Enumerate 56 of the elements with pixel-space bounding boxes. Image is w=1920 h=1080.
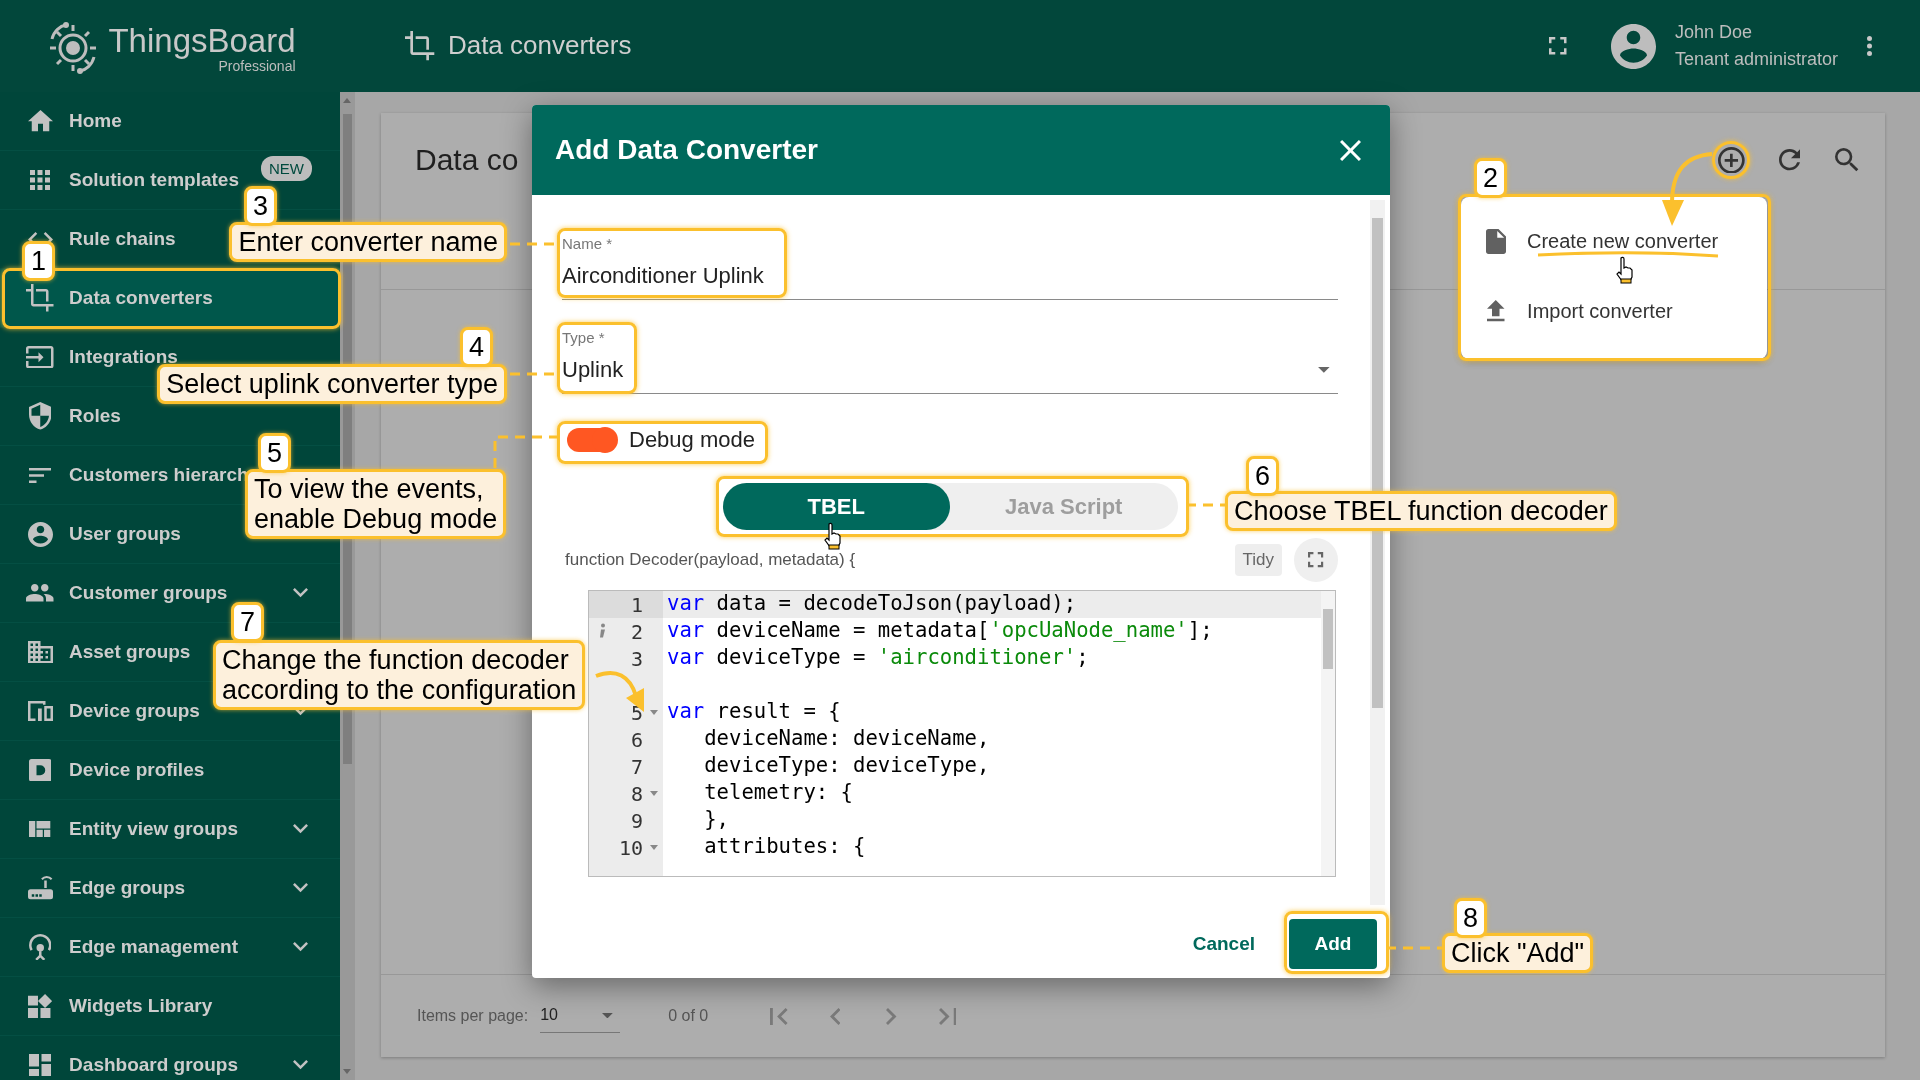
code-line: telemetry: { xyxy=(703,780,853,804)
line-number: 2 xyxy=(630,619,643,644)
code-line: var deviceType = 'airconditioner'; xyxy=(667,645,1089,669)
debug-label: Debug mode xyxy=(629,427,755,453)
function-signature: function Decoder(payload, metadata) { xyxy=(564,550,857,570)
step-number-tooltip: 6 xyxy=(1246,456,1280,496)
page-title: Data converters xyxy=(447,30,632,62)
line-number: 9 xyxy=(630,808,643,833)
sidebar-item[interactable]: Entity view groups xyxy=(0,800,340,859)
sidebar-item[interactable]: Device profiles xyxy=(0,741,340,800)
app-edition: Professional xyxy=(218,58,296,73)
callout-tooltip: Choose TBEL function decoder xyxy=(1225,491,1617,531)
sidebar-item[interactable]: Dashboard groups xyxy=(0,1036,340,1080)
code-line: var data = decodeToJson(payload); xyxy=(667,591,1077,615)
sidebar-item[interactable]: Data converters xyxy=(0,269,340,328)
line-number: 1 xyxy=(630,592,643,617)
sidebar-item[interactable]: Widgets Library xyxy=(0,977,340,1036)
line-number: 7 xyxy=(630,754,643,779)
code-line: attributes: { xyxy=(703,834,866,858)
step-number-tooltip: 2 xyxy=(1474,158,1508,198)
step-number-tooltip: 7 xyxy=(231,602,265,642)
cancel-button[interactable]: Cancel xyxy=(1184,923,1263,965)
step-number-tooltip: 4 xyxy=(460,327,494,367)
line-number: 10 xyxy=(618,835,643,860)
dialog-header: Add Data Converter xyxy=(532,105,1390,195)
page-size-select[interactable]: 10 xyxy=(540,998,621,1034)
line-number: 6 xyxy=(630,727,643,752)
code-line: deviceType: deviceType, xyxy=(703,753,990,777)
callout-tooltip: Click "Add" xyxy=(1442,933,1594,973)
line-number: 3 xyxy=(630,646,643,671)
step-number-tooltip: 3 xyxy=(244,186,278,226)
add-button[interactable]: Add xyxy=(1289,919,1377,969)
card-title: Data co xyxy=(415,143,519,177)
step-number-tooltip: 8 xyxy=(1454,898,1488,938)
code-line: }, xyxy=(703,807,729,831)
line-number: 8 xyxy=(630,781,643,806)
name-field[interactable]: Name * Airconditioner Uplink xyxy=(562,234,1338,300)
code-line: deviceName: deviceName, xyxy=(703,726,990,750)
code-line: var deviceName = metadata['opcUaNode_name']; xyxy=(667,618,1213,642)
step-number-tooltip: 5 xyxy=(258,433,292,473)
sidebar-item[interactable]: Edge management xyxy=(0,918,340,977)
language-tab[interactable]: TBEL xyxy=(722,483,950,530)
callout-tooltip: Enter converter name xyxy=(229,222,507,262)
page-range: 0 of 0 xyxy=(668,1007,709,1025)
step-number-tooltip: 1 xyxy=(22,241,56,281)
callout-tooltip: Select uplink converter type xyxy=(157,364,507,404)
tidy-button[interactable]: Tidy xyxy=(1234,544,1282,576)
type-select[interactable]: Type * Uplink xyxy=(562,328,1338,394)
new-badge: NEW xyxy=(260,156,312,181)
page-size-label: Items per page: xyxy=(417,1007,529,1025)
callout-tooltip: Change the function decoder according to the configuration xyxy=(213,640,586,710)
sidebar-item[interactable]: Home xyxy=(0,92,340,151)
user-name: John Doe xyxy=(1674,22,1753,43)
user-role: Tenant administrator xyxy=(1674,49,1838,70)
sidebar-item[interactable]: Edge groups xyxy=(0,859,340,918)
code-line: var result = { xyxy=(667,699,841,723)
